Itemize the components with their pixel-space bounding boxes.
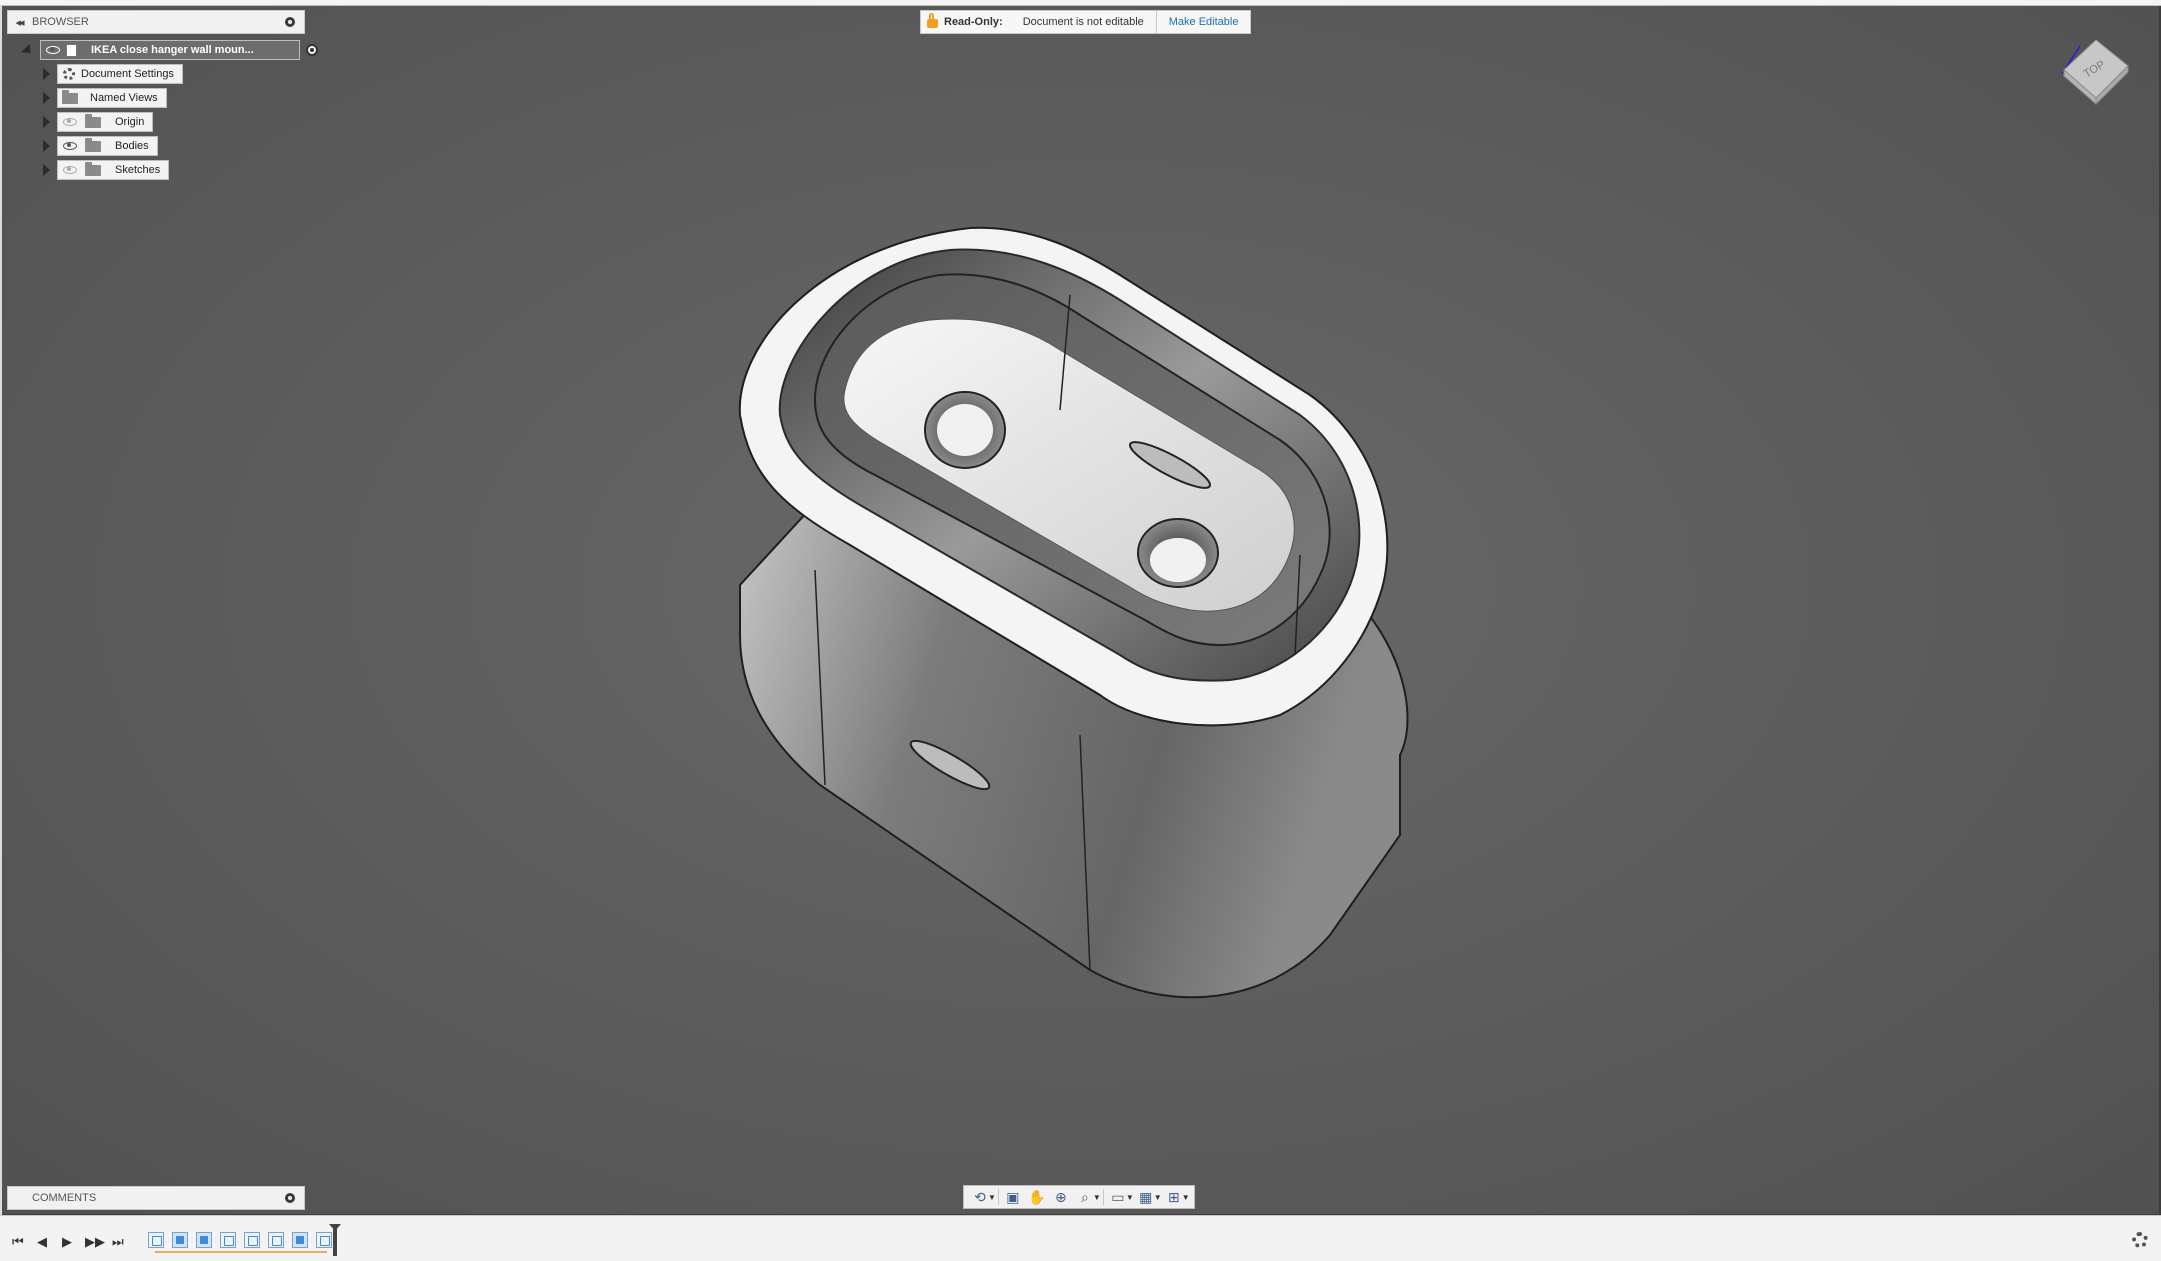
chevron-down-icon[interactable]: ▼ [1126,1193,1134,1202]
lock-icon [927,13,938,28]
timeline-play-icon[interactable]: ▶ [62,1234,72,1250]
timeline-extrude-feature[interactable] [172,1232,188,1248]
timeline-settings-gear-icon[interactable] [2132,1232,2148,1248]
timeline-last-icon[interactable]: ⏭ [112,1234,124,1250]
readonly-label: Read-Only: [944,16,1003,28]
collapse-root-icon[interactable] [21,43,35,57]
browser-item-label: Sketches [115,164,161,176]
visibility-eye-icon[interactable] [46,46,60,54]
expand-arrow-icon[interactable] [43,92,50,104]
expand-arrow-icon[interactable] [43,116,50,128]
make-editable-button[interactable]: Make Editable [1155,10,1251,34]
panel-pin-icon[interactable] [285,1193,295,1203]
timeline-sketch-feature[interactable] [148,1232,164,1248]
zoom-icon[interactable]: ⊕ [1049,1187,1073,1207]
expand-arrow-icon[interactable] [43,140,50,152]
comments-title: COMMENTS [32,1192,97,1204]
browser-item-label: Document Settings [81,68,174,80]
folder-icon [85,137,101,152]
timeline-extrude-feature[interactable] [196,1232,212,1248]
collapse-panel-icon[interactable]: ◂◂ [8,16,30,29]
model-3d-body[interactable] [700,215,1460,1015]
browser-node[interactable]: Named Views [57,88,167,108]
browser-item-document-settings[interactable]: Document Settings [43,64,183,84]
fillet-icon [320,1236,330,1246]
timeline-bar: ⏮ ◀ ▶ ▶▶ ⏭ [0,1215,2161,1261]
chevron-down-icon[interactable]: ▼ [988,1193,996,1202]
navigation-toolbar: ⟲ ▼ ▣ ✋ ⊕ ⌕ ▼ ▭ ▼ ▦ ▼ ⊞ ▼ [963,1185,1195,1209]
browser-item-bodies[interactable]: Bodies [43,136,158,156]
timeline-hole-feature[interactable] [244,1232,260,1248]
root-document-label: IKEA close hanger wall moun... [91,44,254,56]
sketch-icon [224,1236,234,1246]
chevron-down-icon[interactable]: ▼ [1093,1193,1101,1202]
sketch-icon [272,1236,282,1246]
folder-icon [62,89,78,104]
timeline-sketch-feature[interactable] [268,1232,284,1248]
readonly-message: Document is not editable [1022,16,1144,28]
browser-item-label: Named Views [90,92,158,104]
toolbar-separator [997,1189,999,1205]
browser-node[interactable]: Bodies [57,136,158,156]
chevron-down-icon[interactable]: ▼ [1182,1193,1190,1202]
look-at-icon[interactable]: ▣ [1001,1187,1025,1207]
extrude-icon [200,1236,208,1244]
browser-item-origin[interactable]: Origin [43,112,154,132]
browser-item-label: Bodies [115,140,149,152]
panel-pin-icon[interactable] [285,17,295,27]
browser-node[interactable]: Sketches [57,160,170,180]
timeline-fillet-feature[interactable] [316,1232,332,1248]
toolbar-separator [1102,1189,1104,1205]
browser-root-row[interactable]: IKEA close hanger wall moun... [21,40,318,60]
browser-title: BROWSER [32,16,89,28]
timeline-sketch-feature[interactable] [220,1232,236,1248]
browser-root-node[interactable]: IKEA close hanger wall moun... [40,40,300,60]
viewcube[interactable]: TOP [2050,26,2140,116]
timeline-next-icon[interactable]: ▶▶ [85,1234,105,1250]
hole-icon [248,1236,258,1246]
browser-node[interactable]: Document Settings [57,64,183,84]
browser-panel-header: ◂◂ BROWSER [7,10,305,34]
browser-item-sketches[interactable]: Sketches [43,160,170,180]
visibility-eye-icon[interactable] [63,118,77,126]
visibility-eye-icon[interactable] [63,166,77,174]
readonly-banner: Read-Only: Document is not editable Make… [920,10,1252,34]
timeline-first-icon[interactable]: ⏮ [12,1234,24,1250]
timeline-previous-icon[interactable]: ◀ [37,1234,47,1250]
expand-arrow-icon[interactable] [43,164,50,176]
comments-panel-header: COMMENTS [7,1186,305,1210]
pan-icon[interactable]: ✋ [1025,1187,1049,1207]
folder-icon [85,161,101,176]
sketch-icon [152,1236,162,1246]
timeline-group-underline [155,1251,327,1253]
visibility-eye-icon[interactable] [63,142,77,150]
browser-node[interactable]: Origin [57,112,154,132]
extrude-icon [296,1236,304,1244]
folder-icon [85,113,101,128]
extrude-icon [176,1236,184,1244]
expand-arrow-icon[interactable] [43,68,50,80]
component-icon [66,43,77,57]
chevron-down-icon[interactable]: ▼ [1154,1193,1162,1202]
gear-icon [63,68,75,80]
activate-component-icon[interactable] [306,44,318,56]
browser-item-named-views[interactable]: Named Views [43,88,167,108]
timeline-marker[interactable] [329,1224,341,1256]
browser-item-label: Origin [115,116,145,128]
timeline-extrude-feature[interactable] [292,1232,308,1248]
